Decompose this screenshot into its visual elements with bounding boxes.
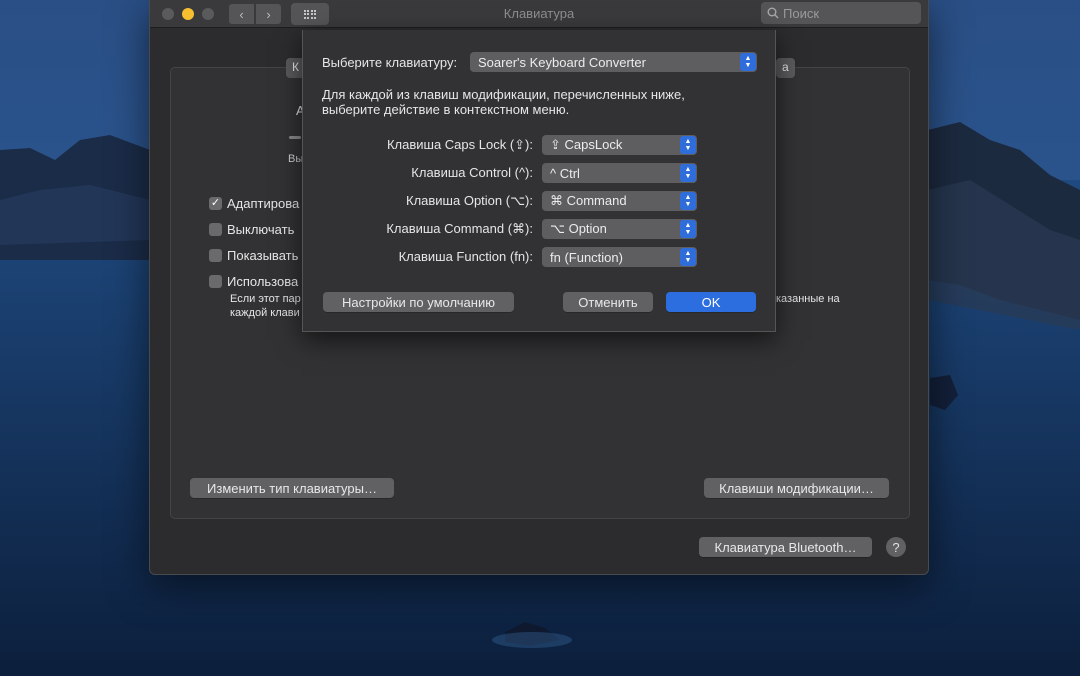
modifier-keys-button[interactable]: Клавиши модификации… [704, 478, 889, 498]
selected-keyboard: Soarer's Keyboard Converter [478, 54, 646, 70]
command-value: ⌥ Option [550, 221, 607, 236]
option-select[interactable]: ⌘ Command ▲ ▼ [542, 191, 697, 211]
updown-arrows-icon: ▲ ▼ [680, 248, 696, 266]
caps-lock-value: ⇪ CapsLock [550, 137, 623, 152]
description-text-line2: каждой клави [230, 307, 300, 319]
updown-arrows-icon: ▲ ▼ [680, 164, 696, 182]
function-label: Клавиша Function (fn): [398, 249, 533, 264]
cancel-button[interactable]: Отменить [563, 292, 653, 312]
control-label: Клавиша Control (^): [411, 165, 533, 180]
checkbox-use[interactable]: Использова [209, 274, 298, 289]
change-keyboard-type-button[interactable]: Изменить тип клавиатуры… [190, 478, 394, 498]
updown-arrows-icon: ▲ ▼ [740, 53, 756, 71]
search-placeholder: Поиск [783, 5, 820, 21]
slider-label-fragment: Вы [288, 153, 304, 165]
checkbox-adapt[interactable]: ✓ Адаптирова [209, 196, 299, 211]
bluetooth-keyboard-button[interactable]: Клавиатура Bluetooth… [699, 537, 872, 557]
modifier-keys-sheet: Выберите клавиатуру: Soarer's Keyboard C… [302, 30, 776, 332]
slider-fragment[interactable] [289, 136, 301, 139]
control-value: ^ Ctrl [550, 165, 580, 181]
option-value: ⌘ Command [550, 193, 627, 208]
checkmark-icon: ✓ [209, 197, 222, 210]
checkbox-box [209, 249, 222, 262]
titlebar: ‹ › Клавиатура Поиск [150, 0, 928, 28]
function-select[interactable]: fn (Function) ▲ ▼ [542, 247, 697, 267]
caps-lock-label: Клавиша Caps Lock (⇪): [386, 137, 533, 152]
function-value: fn (Function) [550, 249, 623, 265]
option-label: Клавиша Option (⌥): [406, 193, 533, 208]
checkbox-box [209, 275, 222, 288]
checkbox-label: Показывать [227, 248, 299, 263]
ok-button[interactable]: OK [666, 292, 756, 312]
updown-arrows-icon: ▲ ▼ [680, 192, 696, 210]
search-field[interactable]: Поиск [761, 2, 921, 24]
help-button[interactable]: ? [886, 537, 906, 557]
updown-arrows-icon: ▲ ▼ [680, 136, 696, 154]
command-label: Клавиша Command (⌘): [386, 221, 533, 236]
updown-arrows-icon: ▲ ▼ [680, 220, 696, 238]
checkbox-box [209, 223, 222, 236]
description-text-right: казанные на [776, 293, 840, 305]
instruction-text-line1: Для каждой из клавиш модификации, перечи… [322, 87, 685, 102]
description-text: Если этот пар [230, 293, 301, 305]
select-keyboard-label: Выберите клавиатуру: [322, 55, 458, 70]
command-select[interactable]: ⌥ Option ▲ ▼ [542, 219, 697, 239]
search-icon [767, 7, 779, 19]
checkbox-label: Выключать [227, 222, 295, 237]
control-select[interactable]: ^ Ctrl ▲ ▼ [542, 163, 697, 183]
checkbox-label: Адаптирова [227, 196, 300, 211]
checkbox-turn-off[interactable]: Выключать [209, 222, 294, 237]
keyboard-select[interactable]: Soarer's Keyboard Converter ▲ ▼ [470, 52, 757, 72]
caps-lock-select[interactable]: ⇪ CapsLock ▲ ▼ [542, 135, 697, 155]
checkbox-label: Использова [227, 274, 299, 289]
instruction-text-line2: выберите действие в контекстном меню. [322, 102, 570, 117]
tab-other[interactable]: а [776, 58, 795, 78]
checkbox-show[interactable]: Показывать [209, 248, 298, 263]
restore-defaults-button[interactable]: Настройки по умолчанию [323, 292, 514, 312]
